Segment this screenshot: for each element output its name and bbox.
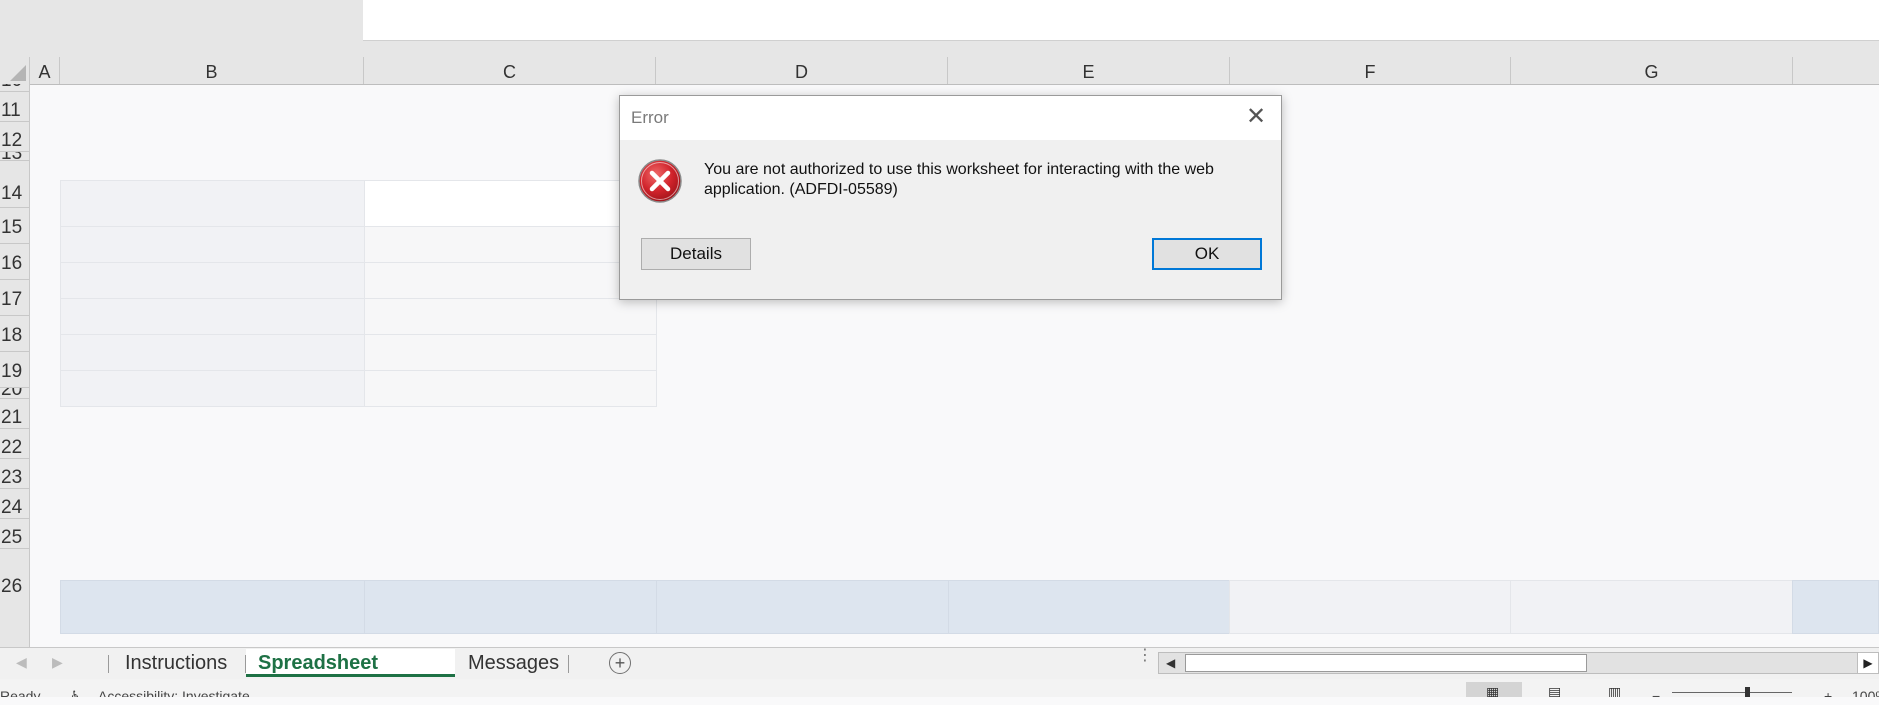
row-header-22[interactable]: 22 bbox=[0, 429, 29, 459]
normal-view-button[interactable]: ▦ bbox=[1466, 682, 1522, 697]
dialog-title: Error bbox=[631, 108, 669, 127]
zoom-slider-thumb[interactable] bbox=[1745, 687, 1750, 697]
row-header-26[interactable]: 26 bbox=[0, 549, 29, 647]
cell-c16[interactable] bbox=[364, 262, 657, 299]
column-header-a[interactable]: A bbox=[30, 57, 60, 84]
scroll-left-arrow-icon[interactable]: ◀ bbox=[1166, 656, 1175, 670]
row-headers: 10 11 12 13 14 15 16 17 18 19 20 21 22 2… bbox=[0, 84, 30, 647]
cell-b26[interactable] bbox=[60, 580, 365, 634]
column-header-h-partial[interactable] bbox=[1793, 57, 1879, 84]
cell-b14[interactable] bbox=[60, 180, 365, 227]
row-header-19[interactable]: 19 bbox=[0, 352, 29, 388]
cell-b18[interactable] bbox=[60, 334, 365, 371]
accessibility-status[interactable]: Accessibility: Investigate bbox=[98, 688, 250, 697]
row-header-23[interactable]: 23 bbox=[0, 459, 29, 489]
normal-view-icon: ▦ bbox=[1486, 684, 1500, 697]
tab-scroll-right-icon[interactable]: ▶ bbox=[52, 654, 63, 671]
column-headers: A B C D E F G bbox=[30, 57, 1879, 85]
zoom-slider[interactable] bbox=[1672, 692, 1792, 693]
ok-button[interactable]: OK bbox=[1152, 238, 1262, 270]
page-break-icon: ▥ bbox=[1608, 684, 1622, 697]
horizontal-scroll-thumb[interactable] bbox=[1185, 654, 1587, 672]
status-ready: Ready bbox=[0, 688, 41, 697]
cell-c15[interactable] bbox=[364, 226, 657, 263]
column-header-g[interactable]: G bbox=[1511, 57, 1793, 84]
column-header-c[interactable]: C bbox=[364, 57, 656, 84]
cell-c17[interactable] bbox=[364, 298, 657, 335]
cell-c26[interactable] bbox=[364, 580, 657, 634]
error-dialog: Error ✕ You are not authorized to use th… bbox=[619, 95, 1282, 300]
column-header-d[interactable]: D bbox=[656, 57, 948, 84]
zoom-in-icon[interactable]: + bbox=[1824, 688, 1832, 697]
zoom-out-icon[interactable]: − bbox=[1652, 688, 1660, 697]
row-header-17[interactable]: 17 bbox=[0, 280, 29, 316]
tab-spreadsheet-loader[interactable]: Spreadsheet Loader bbox=[246, 649, 455, 702]
tab-scroll-left-icon[interactable]: ◀ bbox=[16, 654, 27, 671]
row-header-24[interactable]: 24 bbox=[0, 489, 29, 519]
tab-divider bbox=[108, 655, 109, 673]
close-icon[interactable]: ✕ bbox=[1243, 104, 1269, 130]
cell-b19[interactable] bbox=[60, 370, 365, 407]
page-layout-icon: ▤ bbox=[1548, 684, 1562, 697]
cell-b17[interactable] bbox=[60, 298, 365, 335]
cell-c18[interactable] bbox=[364, 334, 657, 371]
select-all-triangle-icon bbox=[10, 65, 26, 81]
cell-c19[interactable] bbox=[364, 370, 657, 407]
page-layout-view-button[interactable]: ▤ bbox=[1528, 682, 1584, 697]
cell-g26[interactable] bbox=[1510, 580, 1793, 634]
status-bar: Ready ♿ Accessibility: Investigate ▦ ▤ ▥… bbox=[0, 679, 1879, 697]
row-header-18[interactable]: 18 bbox=[0, 316, 29, 352]
row-header-13[interactable]: 13 bbox=[0, 152, 29, 161]
horizontal-scrollbar[interactable]: ◀ bbox=[1158, 652, 1860, 674]
accessibility-icon[interactable]: ♿ bbox=[70, 688, 82, 697]
scroll-right-arrow-icon[interactable]: ▶ bbox=[1857, 652, 1879, 674]
sheet-tab-bar: ◀ ▶ Instructions Spreadsheet Loader Mess… bbox=[0, 647, 1879, 702]
dialog-message: You are not authorized to use this works… bbox=[704, 161, 1214, 198]
page-break-view-button[interactable]: ▥ bbox=[1588, 682, 1644, 697]
add-sheet-icon[interactable]: + bbox=[609, 652, 631, 674]
row-header-11[interactable]: 11 bbox=[0, 92, 29, 122]
row-header-25[interactable]: 25 bbox=[0, 519, 29, 549]
tab-divider bbox=[568, 655, 569, 673]
row-header-10[interactable]: 10 bbox=[0, 84, 29, 92]
error-icon bbox=[638, 159, 682, 203]
dialog-title-bar[interactable]: Error ✕ bbox=[620, 96, 1281, 140]
row-header-12[interactable]: 12 bbox=[0, 122, 29, 152]
tab-instructions[interactable]: Instructions bbox=[113, 649, 239, 677]
tab-messages[interactable]: Messages bbox=[456, 649, 571, 677]
row-header-15[interactable]: 15 bbox=[0, 208, 29, 244]
row-header-14[interactable]: 14 bbox=[0, 161, 29, 208]
row-header-21[interactable]: 21 bbox=[0, 399, 29, 429]
details-button[interactable]: Details bbox=[641, 238, 751, 270]
cell-d26[interactable] bbox=[656, 580, 949, 634]
cell-c14[interactable] bbox=[364, 180, 657, 227]
column-header-e[interactable]: E bbox=[948, 57, 1230, 84]
column-header-f[interactable]: F bbox=[1230, 57, 1511, 84]
tab-split-handle-icon[interactable]: ⋮ bbox=[1137, 648, 1153, 664]
column-header-b[interactable]: B bbox=[60, 57, 364, 84]
cell-f26[interactable] bbox=[1229, 580, 1511, 634]
cell-h26[interactable] bbox=[1792, 580, 1879, 634]
zoom-level[interactable]: 100% bbox=[1852, 688, 1879, 697]
row-header-16[interactable]: 16 bbox=[0, 244, 29, 280]
formula-bar-spacer bbox=[363, 41, 1879, 57]
select-all-button[interactable] bbox=[0, 57, 30, 84]
cell-e26[interactable] bbox=[948, 580, 1230, 634]
cell-b15[interactable] bbox=[60, 226, 365, 263]
formula-bar[interactable] bbox=[363, 0, 1879, 41]
cell-b16[interactable] bbox=[60, 262, 365, 299]
row-header-20[interactable]: 20 bbox=[0, 388, 29, 399]
name-box-area bbox=[0, 0, 363, 57]
